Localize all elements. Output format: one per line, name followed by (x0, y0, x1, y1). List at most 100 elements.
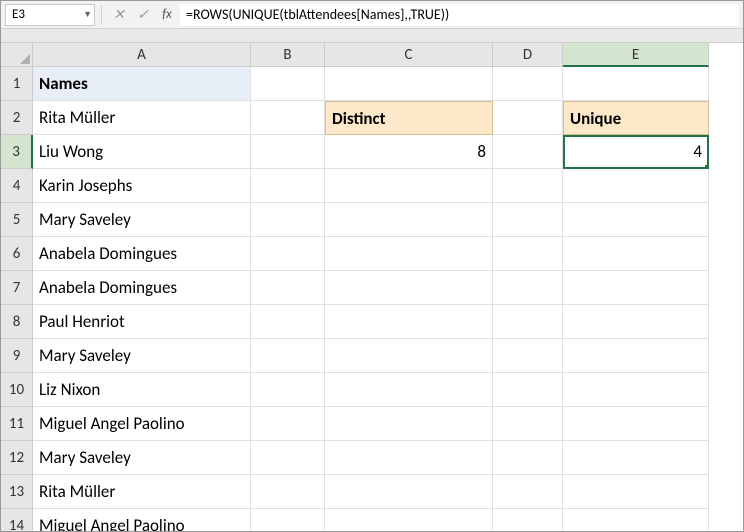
cell-d8[interactable] (493, 305, 563, 339)
row-2: 2 Rita Müller Distinct Unique (1, 101, 743, 135)
name-box-dropdown-icon[interactable]: ▼ (83, 9, 92, 20)
cell-d4[interactable] (493, 169, 563, 203)
cell-a8[interactable]: Paul Henriot (33, 305, 251, 339)
cell-d12[interactable] (493, 441, 563, 475)
cell-d9[interactable] (493, 339, 563, 373)
cell-c2[interactable]: Distinct (325, 101, 493, 135)
cell-a1[interactable]: Names (33, 67, 251, 101)
row-header-1[interactable]: 1 (1, 67, 33, 101)
cell-c14[interactable] (325, 509, 493, 531)
row-header-11[interactable]: 11 (1, 407, 33, 441)
cell-b12[interactable] (251, 441, 325, 475)
worksheet-grid: A B C D E 1 Names 2 Rita Müller Distinct (1, 43, 743, 531)
formula-input[interactable]: =ROWS(UNIQUE(tblAttendees[Names],,TRUE)) (180, 4, 739, 26)
row-header-2[interactable]: 2 (1, 101, 33, 135)
col-header-a[interactable]: A (33, 43, 251, 67)
name-box[interactable]: E3 ▼ (5, 4, 95, 26)
cell-b7[interactable] (251, 271, 325, 305)
cell-e13[interactable] (563, 475, 709, 509)
cell-a2[interactable]: Rita Müller (33, 101, 251, 135)
cell-d11[interactable] (493, 407, 563, 441)
cell-c8[interactable] (325, 305, 493, 339)
col-header-b[interactable]: B (251, 43, 325, 67)
row-4: 4 Karin Josephs (1, 169, 743, 203)
cell-b6[interactable] (251, 237, 325, 271)
cell-e7[interactable] (563, 271, 709, 305)
row-7: 7 Anabela Domingues (1, 271, 743, 305)
row-header-7[interactable]: 7 (1, 271, 33, 305)
row-header-12[interactable]: 12 (1, 441, 33, 475)
row-header-8[interactable]: 8 (1, 305, 33, 339)
cell-c1[interactable] (325, 67, 493, 101)
formula-bar: E3 ▼ ✕ ✓ fx =ROWS(UNIQUE(tblAttendees[Na… (1, 1, 743, 29)
cell-a9[interactable]: Mary Saveley (33, 339, 251, 373)
cell-a4[interactable]: Karin Josephs (33, 169, 251, 203)
col-header-e[interactable]: E (563, 43, 709, 67)
cell-c10[interactable] (325, 373, 493, 407)
cell-d1[interactable] (493, 67, 563, 101)
cell-e4[interactable] (563, 169, 709, 203)
cell-d6[interactable] (493, 237, 563, 271)
cell-e12[interactable] (563, 441, 709, 475)
cell-e10[interactable] (563, 373, 709, 407)
cell-b2[interactable] (251, 101, 325, 135)
row-header-4[interactable]: 4 (1, 169, 33, 203)
select-all-corner[interactable] (1, 43, 33, 67)
cell-d3[interactable] (493, 135, 563, 169)
cell-a7[interactable]: Anabela Domingues (33, 271, 251, 305)
cell-a13[interactable]: Rita Müller (33, 475, 251, 509)
cell-c6[interactable] (325, 237, 493, 271)
cell-b10[interactable] (251, 373, 325, 407)
cell-c12[interactable] (325, 441, 493, 475)
cell-e1[interactable] (563, 67, 709, 101)
cell-b13[interactable] (251, 475, 325, 509)
cell-e9[interactable] (563, 339, 709, 373)
col-header-d[interactable]: D (493, 43, 563, 67)
cell-e14[interactable] (563, 509, 709, 531)
cell-b14[interactable] (251, 509, 325, 531)
cell-a11[interactable]: Miguel Angel Paolino (33, 407, 251, 441)
row-header-9[interactable]: 9 (1, 339, 33, 373)
row-header-14[interactable]: 14 (1, 509, 33, 531)
cell-b8[interactable] (251, 305, 325, 339)
row-header-3[interactable]: 3 (1, 135, 33, 169)
cell-b4[interactable] (251, 169, 325, 203)
cell-c5[interactable] (325, 203, 493, 237)
cell-d7[interactable] (493, 271, 563, 305)
cell-a6[interactable]: Anabela Domingues (33, 237, 251, 271)
cell-c11[interactable] (325, 407, 493, 441)
cell-c3[interactable]: 8 (325, 135, 493, 169)
row-header-13[interactable]: 13 (1, 475, 33, 509)
cell-c7[interactable] (325, 271, 493, 305)
cell-a3[interactable]: Liu Wong (33, 135, 251, 169)
cell-e11[interactable] (563, 407, 709, 441)
cell-d13[interactable] (493, 475, 563, 509)
col-header-c[interactable]: C (325, 43, 493, 67)
cell-e6[interactable] (563, 237, 709, 271)
cell-d10[interactable] (493, 373, 563, 407)
cell-d5[interactable] (493, 203, 563, 237)
cell-c4[interactable] (325, 169, 493, 203)
cell-e8[interactable] (563, 305, 709, 339)
rows-container: 1 Names 2 Rita Müller Distinct Unique 3 … (1, 67, 743, 531)
cell-d2[interactable] (493, 101, 563, 135)
cell-e5[interactable] (563, 203, 709, 237)
insert-function-icon[interactable]: fx (156, 4, 178, 26)
cell-b9[interactable] (251, 339, 325, 373)
cell-a10[interactable]: Liz Nixon (33, 373, 251, 407)
cell-c13[interactable] (325, 475, 493, 509)
row-header-6[interactable]: 6 (1, 237, 33, 271)
cell-b5[interactable] (251, 203, 325, 237)
cell-b11[interactable] (251, 407, 325, 441)
cell-c9[interactable] (325, 339, 493, 373)
cell-a12[interactable]: Mary Saveley (33, 441, 251, 475)
row-header-5[interactable]: 5 (1, 203, 33, 237)
row-header-10[interactable]: 10 (1, 373, 33, 407)
cell-a14[interactable]: Miguel Angel Paolino (33, 509, 251, 531)
cell-d14[interactable] (493, 509, 563, 531)
cell-b1[interactable] (251, 67, 325, 101)
cell-e2[interactable]: Unique (563, 101, 709, 135)
cell-a5[interactable]: Mary Saveley (33, 203, 251, 237)
cell-b3[interactable] (251, 135, 325, 169)
cell-e3[interactable]: 4 (563, 135, 709, 169)
